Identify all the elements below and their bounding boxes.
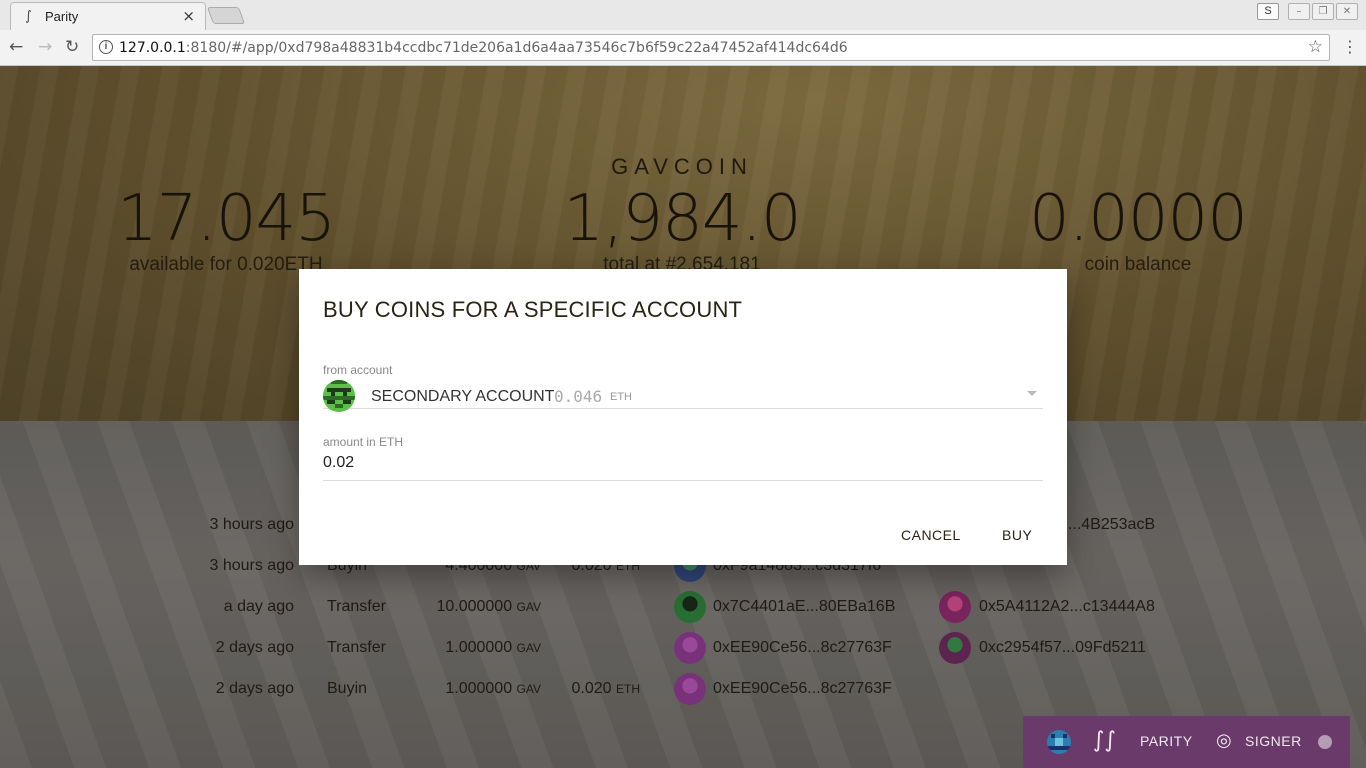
parity-label[interactable]: PARITY [1140,733,1193,749]
close-tab-icon[interactable]: × [182,7,195,25]
parity-favicon-icon: ∫ [25,9,32,24]
info-icon[interactable]: i [99,40,113,54]
window-controls: – ❐ ✕ [1288,3,1358,20]
url-text[interactable]: 127.0.0.1:8180/#/app/0xd798a48831b4ccdbc… [119,40,848,56]
app-page: GAVCOIN 17.045 available for 0.020ETH 1,… [0,66,1366,768]
buy-button[interactable]: BUY [1002,527,1032,543]
tab-strip: ∫ Parity × S – ❐ ✕ [0,0,1366,30]
parity-account-identicon[interactable] [1047,730,1071,754]
back-icon[interactable]: ← [9,37,23,57]
dropdown-caret-icon[interactable] [1027,391,1037,396]
new-tab-button[interactable] [206,7,246,24]
signer-label[interactable]: SIGNER [1245,733,1302,749]
reload-icon[interactable]: ↻ [65,37,79,57]
browser-chrome: ∫ Parity × S – ❐ ✕ ← → ↻ i 127.0.0.1:818… [0,0,1366,66]
extension-button[interactable]: S [1257,3,1279,20]
restore-icon[interactable]: ❐ [1312,3,1334,20]
browser-menu-icon[interactable]: ⋮ [1342,37,1358,56]
account-name: SECONDARY ACCOUNT [371,388,555,405]
bookmark-star-icon[interactable]: ☆ [1308,37,1323,57]
forward-icon[interactable]: → [38,37,52,57]
amount-input[interactable] [323,454,1043,472]
buy-coins-dialog: BUY COINS FOR A SPECIFIC ACCOUNT from ac… [299,269,1067,565]
dialog-title: BUY COINS FOR A SPECIFIC ACCOUNT [323,297,743,322]
amount-label: amount in ETH [323,435,404,449]
minimize-icon[interactable]: – [1288,3,1310,20]
account-select[interactable]: SECONDARY ACCOUNT 0.046 ETH [323,380,1043,412]
close-window-icon[interactable]: ✕ [1336,3,1358,20]
account-balance: 0.046 [554,387,603,406]
parity-bar: ∫∫ PARITY ◎ SIGNER [1023,716,1350,768]
from-account-label: from account [323,363,393,377]
amount-field-wrapper [323,452,1043,481]
fingerprint-icon: ◎ [1216,730,1232,751]
parity-logo-icon: ∫∫ [1093,728,1116,753]
browser-toolbar: ← → ↻ i 127.0.0.1:8180/#/app/0xd798a4883… [0,30,1366,66]
browser-tab[interactable]: ∫ Parity × [10,2,206,30]
cancel-button[interactable]: CANCEL [901,527,961,543]
account-identicon [323,380,355,412]
tab-title: Parity [45,9,79,24]
account-balance-unit: ETH [610,391,632,403]
address-bar[interactable]: i 127.0.0.1:8180/#/app/0xd798a48831b4ccd… [92,34,1330,61]
status-indicator [1318,735,1332,749]
